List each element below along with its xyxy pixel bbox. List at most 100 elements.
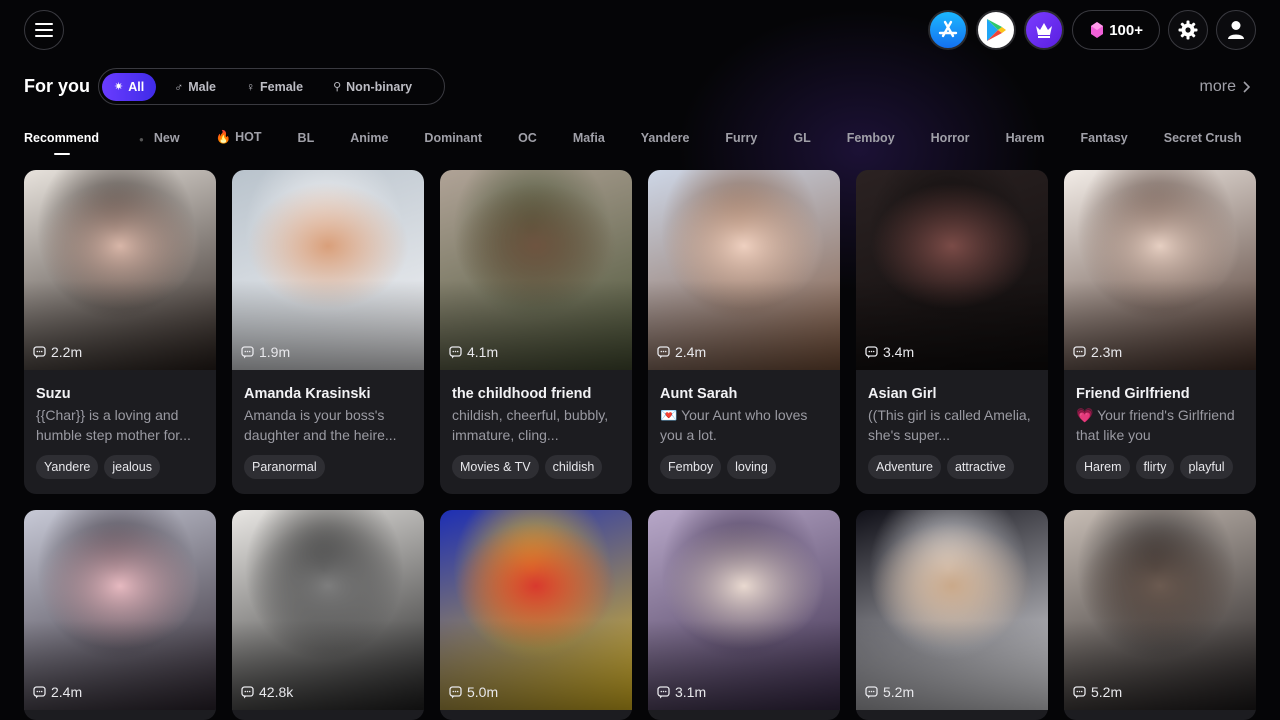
tag-chip[interactable]: Adventure (868, 455, 941, 479)
tab-hot[interactable]: 🔥 HOT (216, 130, 262, 145)
tag-chip[interactable]: Movies & TV (452, 455, 539, 479)
tab-horror[interactable]: Horror (931, 131, 970, 145)
chat-count: 3.4m (865, 344, 914, 360)
tab-harem[interactable]: Harem (1006, 131, 1045, 145)
sparkle-icon: ✷ (114, 81, 124, 93)
tab-bl[interactable]: BL (298, 131, 315, 145)
gender-chip-nonbinary[interactable]: ⚲ Non-binary (321, 73, 424, 101)
tab-yandere[interactable]: Yandere (641, 131, 690, 145)
character-image: 3.1m (648, 510, 840, 710)
character-card[interactable]: 4.1m the childhood friend childish, chee… (440, 170, 632, 494)
tab-new[interactable]: ● New (139, 131, 180, 145)
tag-chip[interactable]: Femboy (660, 455, 722, 479)
chat-bubble-icon (241, 685, 254, 698)
gender-chip-all[interactable]: ✷ All (102, 72, 157, 101)
character-card[interactable]: 1.9m Amanda Krasinski Amanda is your bos… (232, 170, 424, 494)
user-icon (1228, 21, 1244, 39)
character-card[interactable]: 2.3m Friend Girlfriend 💗 Your friend's G… (1064, 170, 1256, 494)
tab-oc[interactable]: OC (518, 131, 537, 145)
character-card[interactable]: 42.8k (232, 510, 424, 720)
chat-count: 1.9m (241, 344, 290, 360)
tab-gl[interactable]: GL (793, 131, 810, 145)
menu-icon (35, 23, 53, 37)
gems-balance-button[interactable]: 100+ (1072, 10, 1160, 50)
chat-bubble-icon (865, 345, 878, 358)
tag-chip[interactable]: Harem (1076, 455, 1130, 479)
new-dot-icon: ● (139, 134, 144, 144)
more-link[interactable]: more (1200, 78, 1250, 96)
character-image: 2.3m (1064, 170, 1256, 370)
character-name: Amanda Krasinski (244, 386, 371, 402)
tag-chip[interactable]: playful (1180, 455, 1233, 479)
character-image: 5.0m (440, 510, 632, 710)
character-card[interactable]: 5.2m (856, 510, 1048, 720)
tab-femboy[interactable]: Femboy (847, 131, 895, 145)
character-image: 1.9m (232, 170, 424, 370)
chat-count: 2.4m (33, 684, 82, 700)
nonbinary-symbol-icon: ⚲ (333, 81, 342, 93)
tab-dominant[interactable]: Dominant (424, 131, 482, 145)
chat-bubble-icon (865, 685, 878, 698)
chat-bubble-icon (241, 345, 254, 358)
character-image: 5.2m (1064, 510, 1256, 710)
character-name: Aunt Sarah (660, 386, 738, 402)
tab-secret-crush[interactable]: Secret Crush (1164, 131, 1242, 145)
character-card[interactable]: 2.4m Aunt Sarah 💌 Your Aunt who loves yo… (648, 170, 840, 494)
gender-filter: ✷ All ♂ Male ♀ Female ⚲ Non-binary (98, 68, 445, 105)
tag-chip[interactable]: attractive (946, 455, 1014, 479)
chat-count: 5.0m (449, 684, 498, 700)
character-name: Asian Girl (868, 386, 937, 402)
chat-count: 2.3m (1073, 344, 1122, 360)
chat-bubble-icon (449, 345, 462, 358)
settings-button[interactable] (1168, 10, 1208, 50)
character-card[interactable]: 2.4m (24, 510, 216, 720)
chat-bubble-icon (33, 345, 46, 358)
tag-chip[interactable]: Paranormal (244, 455, 325, 479)
tab-fantasy[interactable]: Fantasy (1080, 131, 1127, 145)
chat-bubble-icon (1073, 685, 1086, 698)
tag-chip[interactable]: jealous (104, 455, 160, 479)
chat-count: 5.2m (1073, 684, 1122, 700)
app-store-button[interactable] (928, 10, 969, 50)
character-image: 3.4m (856, 170, 1048, 370)
character-card[interactable]: 5.0m (440, 510, 632, 720)
character-card[interactable]: 3.1m (648, 510, 840, 720)
character-description: childish, cheerful, bubbly, immature, cl… (452, 407, 609, 443)
gem-icon (1091, 22, 1104, 38)
category-tabs: Recommend ● New 🔥 HOT BL Anime Dominant OC… (24, 130, 1242, 145)
tab-recommend[interactable]: Recommend (24, 131, 99, 145)
tag-chip[interactable]: flirty (1135, 455, 1175, 479)
tag-chip[interactable]: Yandere (36, 455, 99, 479)
menu-button[interactable] (24, 10, 64, 50)
character-card[interactable]: 5.2m (1064, 510, 1256, 720)
character-name: the childhood friend (452, 386, 592, 402)
gender-chip-female[interactable]: ♀ Female (234, 73, 315, 101)
character-image: 2.4m (24, 510, 216, 710)
chat-count: 42.8k (241, 684, 293, 700)
character-description: {{Char}} is a loving and humble step mot… (36, 407, 191, 443)
tag-list: Yandere jealous (36, 455, 204, 479)
character-description: 💗 Your friend's Girlfriend that like you (1076, 407, 1235, 443)
tag-list: Harem flirty playful (1076, 455, 1244, 479)
premium-button[interactable] (1024, 10, 1065, 50)
tab-furry[interactable]: Furry (725, 131, 757, 145)
character-description: Amanda is your boss's daughter and the h… (244, 407, 397, 443)
tag-chip[interactable]: childish (544, 455, 603, 479)
tab-mafia[interactable]: Mafia (573, 131, 605, 145)
google-play-button[interactable] (976, 10, 1017, 50)
chat-count: 4.1m (449, 344, 498, 360)
gear-icon (1178, 20, 1198, 40)
character-image: 2.2m (24, 170, 216, 370)
chat-count: 3.1m (657, 684, 706, 700)
tag-chip[interactable]: loving (727, 455, 776, 479)
character-card[interactable]: 3.4m Asian Girl ((This girl is called Am… (856, 170, 1048, 494)
character-card[interactable]: 2.2m Suzu {{Char}} is a loving and humbl… (24, 170, 216, 494)
chat-bubble-icon (33, 685, 46, 698)
fire-icon: 🔥 (215, 130, 232, 144)
chat-bubble-icon (657, 345, 670, 358)
gender-chip-male[interactable]: ♂ Male (162, 73, 228, 101)
chat-bubble-icon (449, 685, 462, 698)
tab-anime[interactable]: Anime (350, 131, 388, 145)
chevron-right-icon (1243, 81, 1250, 93)
profile-button[interactable] (1216, 10, 1256, 50)
